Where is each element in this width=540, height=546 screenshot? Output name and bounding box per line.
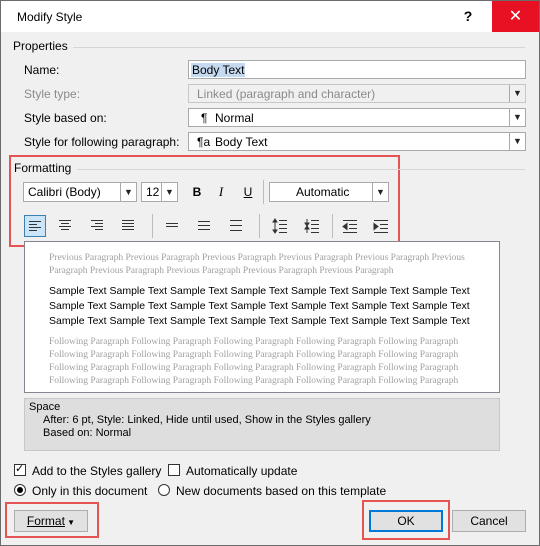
new-documents-radio[interactable]: [158, 484, 170, 496]
properties-heading: Properties: [13, 39, 68, 53]
close-button[interactable]: ✕: [492, 1, 539, 32]
add-to-gallery-checkbox[interactable]: [14, 462, 26, 476]
name-input[interactable]: Body Text: [188, 60, 526, 79]
toolbar-separator: [263, 180, 264, 204]
properties-divider: [73, 47, 525, 48]
align-center-button[interactable]: [55, 215, 77, 237]
name-input-value: Body Text: [191, 63, 246, 77]
double-spacing-icon: [230, 220, 242, 231]
style-type-select[interactable]: Linked (paragraph and character) ▼: [188, 84, 526, 103]
description-based-on: Based on: Normal: [43, 427, 132, 439]
underline-button[interactable]: U: [238, 182, 258, 202]
font-size-select[interactable]: 12 ▼: [141, 182, 178, 202]
toolbar-separator: [152, 214, 153, 238]
align-left-icon: [29, 221, 41, 231]
toolbar-separator: [259, 214, 260, 238]
decrease-indent-button[interactable]: [339, 215, 361, 237]
auto-update-label: Automatically update: [186, 464, 298, 478]
justify-icon: [122, 220, 134, 230]
align-left-button[interactable]: [24, 215, 46, 237]
dropdown-arrow-icon: ▼: [64, 518, 76, 527]
based-on-select[interactable]: ¶ Normal ▼: [188, 108, 526, 127]
help-button[interactable]: ?: [445, 1, 491, 32]
following-paragraph-text: Following Paragraph Following Paragraph …: [49, 337, 459, 386]
align-right-icon: [91, 220, 103, 230]
chevron-down-icon: ▼: [372, 183, 388, 201]
style-type-value: Linked (paragraph and character): [197, 87, 376, 101]
chevron-down-icon: ▼: [509, 85, 525, 102]
format-button-label: Format: [26, 514, 65, 528]
name-label: Name:: [24, 63, 60, 77]
decrease-spacing-icon: [304, 219, 319, 233]
double-spacing-button[interactable]: [226, 215, 248, 237]
increase-indent-icon: [373, 220, 388, 233]
formatting-heading: Formatting: [14, 161, 72, 175]
previous-paragraph-text: Previous Paragraph Previous Paragraph Pr…: [49, 253, 465, 276]
only-this-document-label: Only in this document: [32, 484, 148, 498]
add-to-gallery-label: Add to the Styles gallery: [32, 464, 162, 478]
font-value: Calibri (Body): [28, 185, 101, 199]
justify-button[interactable]: [118, 215, 140, 237]
modify-style-dialog: Modify Style ? ✕ Properties Name: Body T…: [0, 0, 540, 546]
one-half-spacing-icon: [198, 221, 210, 230]
bold-button[interactable]: B: [187, 182, 207, 202]
align-center-icon: [59, 220, 71, 230]
auto-update-checkbox[interactable]: [168, 464, 180, 476]
based-on-label: Style based on:: [24, 111, 107, 125]
cancel-button[interactable]: Cancel: [452, 510, 526, 532]
dialog-title: Modify Style: [17, 10, 83, 24]
following-style-value: Body Text: [215, 135, 268, 149]
toolbar-separator: [332, 214, 333, 238]
sample-text: Sample Text Sample Text Sample Text Samp…: [49, 285, 470, 327]
title-bar: Modify Style ? ✕: [1, 1, 539, 32]
decrease-paragraph-spacing-button[interactable]: [301, 215, 323, 237]
style-type-label: Style type:: [24, 87, 81, 101]
style-preview: Previous Paragraph Previous Paragraph Pr…: [24, 241, 500, 393]
paragraph-icon: ¶: [201, 111, 208, 125]
following-style-select[interactable]: ¶a Body Text ▼: [188, 132, 526, 151]
increase-spacing-icon: [272, 218, 287, 234]
chevron-down-icon: ▼: [120, 183, 136, 201]
font-color-select[interactable]: Automatic ▼: [269, 182, 389, 202]
chevron-down-icon: ▼: [161, 183, 177, 201]
style-description: Space After: 6 pt, Style: Linked, Hide u…: [24, 398, 500, 451]
description-heading: Space: [29, 401, 61, 413]
decrease-indent-icon: [342, 220, 357, 233]
font-size-value: 12: [146, 185, 160, 199]
one-half-spacing-button[interactable]: [194, 215, 216, 237]
single-spacing-button[interactable]: [162, 215, 184, 237]
font-select[interactable]: Calibri (Body) ▼: [23, 182, 137, 202]
format-button[interactable]: Format ▼: [14, 510, 88, 532]
linked-style-icon: ¶a: [197, 135, 211, 149]
increase-paragraph-spacing-button[interactable]: [269, 215, 291, 237]
align-right-button[interactable]: [87, 215, 109, 237]
formatting-divider: [77, 169, 525, 170]
single-spacing-icon: [166, 223, 178, 227]
only-this-document-radio[interactable]: [14, 484, 26, 496]
ok-button[interactable]: OK: [369, 510, 443, 532]
chevron-down-icon: ▼: [509, 133, 525, 150]
description-detail: After: 6 pt, Style: Linked, Hide until u…: [43, 414, 371, 426]
chevron-down-icon: ▼: [509, 109, 525, 126]
new-documents-label: New documents based on this template: [176, 484, 387, 498]
based-on-value: Normal: [215, 111, 254, 125]
following-style-label: Style for following paragraph:: [24, 135, 180, 149]
italic-button[interactable]: I: [211, 182, 231, 202]
increase-indent-button[interactable]: [370, 215, 392, 237]
font-color-value: Automatic: [296, 185, 350, 199]
